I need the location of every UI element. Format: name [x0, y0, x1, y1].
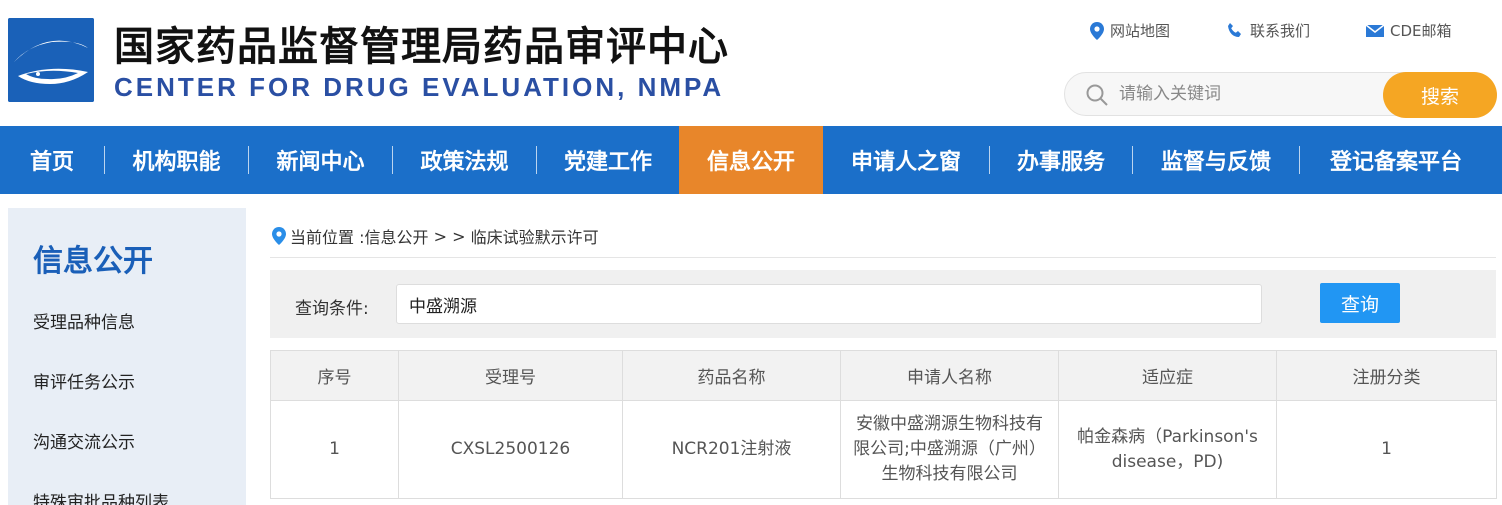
breadcrumb-current: 临床试验默示许可 [470, 228, 599, 247]
search-icon [1086, 84, 1108, 106]
sidebar-item-review-tasks[interactable]: 审评任务公示 [33, 368, 135, 393]
breadcrumb-section[interactable]: 信息公开 [364, 224, 428, 248]
col-header-reg-class: 注册分类 [1276, 350, 1497, 401]
col-header-indication: 适应症 [1058, 350, 1277, 401]
contact-link-label: 联系我们 [1250, 22, 1311, 40]
cell-index: 1 [270, 400, 399, 499]
top-links: 网站地图 联系我们 CDE邮箱 [1090, 20, 1452, 41]
cell-acceptance-no: CXSL2500126 [398, 400, 623, 499]
logo-emblem-icon [8, 18, 94, 102]
results-table: 序号 受理号 药品名称 申请人名称 适应症 注册分类 1 CXSL2500126… [270, 350, 1497, 499]
nav-supervision[interactable]: 监督与反馈 [1133, 126, 1299, 194]
sidebar-title: 信息公开 [33, 244, 153, 279]
query-bar: 查询条件: 查询 [270, 270, 1496, 338]
nav-party[interactable]: 党建工作 [537, 126, 679, 194]
col-header-drug-name: 药品名称 [622, 350, 841, 401]
nav-home[interactable]: 首页 [0, 126, 104, 194]
site-search: 搜索 [1064, 72, 1497, 118]
nav-registration[interactable]: 登记备案平台 [1300, 126, 1492, 194]
nav-policy[interactable]: 政策法规 [393, 126, 536, 194]
location-pin-icon [272, 227, 286, 245]
col-header-index: 序号 [270, 350, 399, 401]
breadcrumb-separator: > > [428, 226, 471, 246]
main-nav: 首页 机构职能 新闻中心 政策法规 党建工作 信息公开 申请人之窗 办事服务 监… [0, 126, 1502, 194]
cell-drug-name: NCR201注射液 [622, 400, 841, 499]
sidebar-item-special-approval[interactable]: 特殊审批品种列表 [33, 488, 169, 505]
nav-functions[interactable]: 机构职能 [105, 126, 248, 194]
col-header-applicant: 申请人名称 [840, 350, 1059, 401]
nav-services[interactable]: 办事服务 [990, 126, 1132, 194]
query-input[interactable] [396, 284, 1262, 324]
cell-applicant: 安徽中盛溯源生物科技有限公司;中盛溯源（广州）生物科技有限公司 [840, 400, 1059, 499]
cell-indication: 帕金森病（Parkinson's disease，PD) [1058, 400, 1277, 499]
nav-applicant[interactable]: 申请人之窗 [823, 126, 989, 194]
cde-logo[interactable] [8, 18, 94, 102]
mail-icon [1366, 23, 1385, 37]
query-button[interactable]: 查询 [1320, 283, 1400, 323]
query-label: 查询条件: [295, 299, 369, 319]
site-search-input[interactable] [1119, 79, 1379, 109]
sidebar-item-communication[interactable]: 沟通交流公示 [33, 428, 135, 453]
site-search-button[interactable]: 搜索 [1383, 72, 1497, 118]
breadcrumb-prefix: 当前位置 : [290, 228, 365, 247]
contact-link[interactable]: 联系我们 [1226, 20, 1310, 41]
table-header-row: 序号 受理号 药品名称 申请人名称 适应症 注册分类 [270, 350, 1497, 401]
table-row[interactable]: 1 CXSL2500126 NCR201注射液 安徽中盛溯源生物科技有限公司;中… [270, 400, 1497, 499]
cell-reg-class: 1 [1276, 400, 1497, 499]
nav-info-public[interactable]: 信息公开 [679, 126, 823, 194]
cde-mail-link-label: CDE邮箱 [1390, 22, 1452, 40]
cde-mail-link[interactable]: CDE邮箱 [1366, 20, 1452, 41]
site-title-en: CENTER FOR DRUG EVALUATION, NMPA [114, 72, 725, 102]
site-title-cn: 国家药品监督管理局药品审评中心 [114, 24, 729, 70]
breadcrumb: 当前位置 : 信息公开 > > 临床试验默示许可 [272, 224, 599, 248]
sitemap-link-label: 网站地图 [1110, 22, 1171, 40]
breadcrumb-divider [270, 257, 1496, 258]
sitemap-link[interactable]: 网站地图 [1090, 20, 1170, 41]
sidebar-item-acceptance[interactable]: 受理品种信息 [33, 308, 135, 333]
site-header: 国家药品监督管理局药品审评中心 CENTER FOR DRUG EVALUATI… [0, 0, 1502, 126]
sidebar: 信息公开 受理品种信息 审评任务公示 沟通交流公示 特殊审批品种列表 [8, 208, 246, 505]
phone-icon [1228, 22, 1242, 37]
location-pin-icon [1090, 21, 1104, 40]
nav-news[interactable]: 新闻中心 [249, 126, 392, 194]
col-header-acceptance-no: 受理号 [398, 350, 623, 401]
